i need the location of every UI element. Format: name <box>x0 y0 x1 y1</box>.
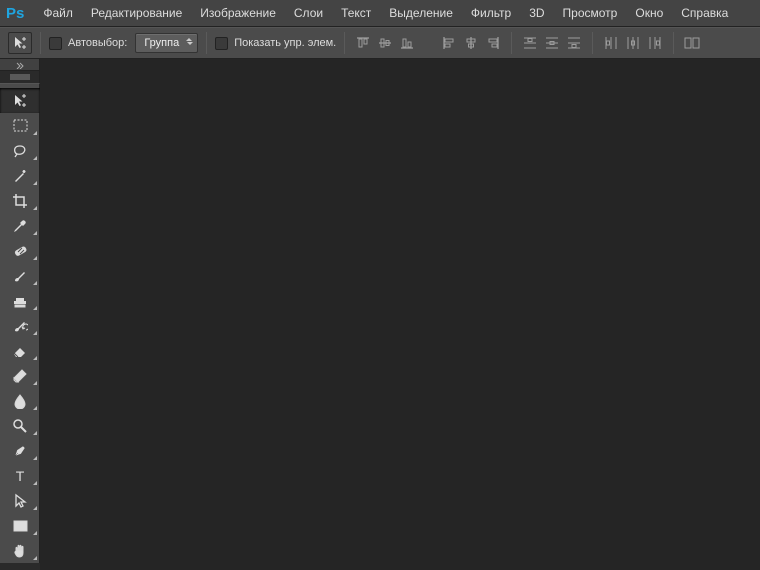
eyedropper-tool[interactable] <box>0 213 40 238</box>
svg-text:T: T <box>16 469 25 483</box>
gradient-tool[interactable] <box>0 363 40 388</box>
menu-edit[interactable]: Редактирование <box>82 1 191 25</box>
tools-panel: T <box>0 83 40 563</box>
distribute-vertical-group <box>520 33 584 53</box>
hand-tool[interactable] <box>0 538 40 563</box>
marquee-tool[interactable] <box>0 113 40 138</box>
auto-select-target-dropdown[interactable]: Группа <box>135 33 198 53</box>
distribute-vcenter-icon[interactable] <box>542 33 562 53</box>
align-top-edges-icon[interactable] <box>353 33 373 53</box>
separator <box>206 32 207 54</box>
blur-tool[interactable] <box>0 388 40 413</box>
canvas-area[interactable] <box>40 59 760 570</box>
show-transform-option[interactable]: Показать упр. элем. <box>215 37 336 50</box>
path-selection-tool[interactable] <box>0 488 40 513</box>
distribute-top-icon[interactable] <box>520 33 540 53</box>
align-horizontal-group <box>439 33 503 53</box>
history-brush-tool[interactable] <box>0 313 40 338</box>
panel-grip[interactable] <box>0 71 40 83</box>
dropdown-value: Группа <box>144 37 179 49</box>
menu-layers[interactable]: Слои <box>285 1 332 25</box>
menu-help[interactable]: Справка <box>672 1 737 25</box>
clone-stamp-tool[interactable] <box>0 288 40 313</box>
move-tool[interactable] <box>0 88 40 113</box>
eraser-tool[interactable] <box>0 338 40 363</box>
type-tool[interactable]: T <box>0 463 40 488</box>
distribute-left-icon[interactable] <box>601 33 621 53</box>
menu-view[interactable]: Просмотр <box>554 1 627 25</box>
brush-tool[interactable] <box>0 263 40 288</box>
auto-select-option[interactable]: Автовыбор: <box>49 37 127 50</box>
menu-image[interactable]: Изображение <box>191 1 285 25</box>
separator <box>673 32 674 54</box>
align-left-edges-icon[interactable] <box>439 33 459 53</box>
app-logo: Ps <box>6 5 24 22</box>
separator <box>40 32 41 54</box>
align-right-edges-icon[interactable] <box>483 33 503 53</box>
separator <box>592 32 593 54</box>
dodge-tool[interactable] <box>0 413 40 438</box>
distribute-horizontal-group <box>601 33 665 53</box>
menu-window[interactable]: Окно <box>626 1 672 25</box>
menu-text[interactable]: Текст <box>332 1 380 25</box>
distribute-right-icon[interactable] <box>645 33 665 53</box>
auto-select-checkbox[interactable] <box>49 37 62 50</box>
current-tool-indicator[interactable] <box>8 32 32 54</box>
pen-tool[interactable] <box>0 438 40 463</box>
show-transform-label: Показать упр. элем. <box>234 37 336 49</box>
magic-wand-tool[interactable] <box>0 163 40 188</box>
crop-tool[interactable] <box>0 188 40 213</box>
align-vertical-centers-icon[interactable] <box>375 33 395 53</box>
panel-expand-toggle[interactable] <box>0 59 40 71</box>
healing-brush-tool[interactable] <box>0 238 40 263</box>
align-bottom-edges-icon[interactable] <box>397 33 417 53</box>
options-bar: Автовыбор: Группа Показать упр. элем. <box>0 27 760 59</box>
align-edges-group <box>353 33 417 53</box>
menu-bar: Ps Файл Редактирование Изображение Слои … <box>0 0 760 27</box>
auto-align-layers-icon[interactable] <box>682 33 702 53</box>
rectangle-tool[interactable] <box>0 513 40 538</box>
separator <box>511 32 512 54</box>
distribute-bottom-icon[interactable] <box>564 33 584 53</box>
menu-filter[interactable]: Фильтр <box>462 1 520 25</box>
show-transform-checkbox[interactable] <box>215 37 228 50</box>
menu-3d[interactable]: 3D <box>520 1 553 25</box>
distribute-hcenter-icon[interactable] <box>623 33 643 53</box>
align-horizontal-centers-icon[interactable] <box>461 33 481 53</box>
menu-select[interactable]: Выделение <box>380 1 462 25</box>
lasso-tool[interactable] <box>0 138 40 163</box>
menu-file[interactable]: Файл <box>34 1 82 25</box>
auto-select-label: Автовыбор: <box>68 37 127 49</box>
separator <box>344 32 345 54</box>
